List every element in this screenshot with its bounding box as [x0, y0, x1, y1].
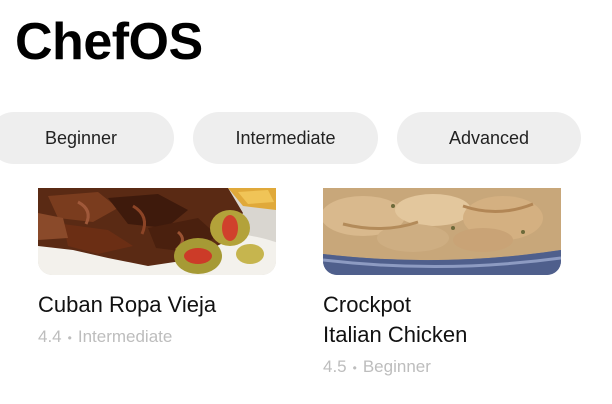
app-title: ChefOS — [15, 13, 203, 71]
separator-dot: • — [352, 360, 357, 375]
recipe-card[interactable]: Cuban Ropa Vieja 4.4 • Intermediate — [38, 188, 276, 349]
recipe-title: Cuban Ropa Vieja — [38, 292, 217, 317]
filter-chip-beginner[interactable]: Beginner — [0, 112, 174, 164]
recipe-rating: 4.5 — [323, 357, 347, 376]
recipe-rating: 4.4 — [38, 327, 62, 346]
filter-chip-intermediate[interactable]: Intermediate — [193, 112, 378, 164]
recipe-image[interactable] — [38, 188, 276, 275]
recipe-image[interactable] — [323, 188, 561, 275]
recipe-meta: 4.4 • Intermediate — [38, 326, 276, 349]
recipe-meta: 4.5 • Beginner — [323, 356, 561, 379]
separator-dot: • — [67, 330, 72, 345]
difficulty-filter-bar: Beginner Intermediate Advanced — [0, 112, 612, 164]
recipe-title: Crockpot Italian Chicken — [323, 290, 563, 350]
shredded-beef-photo — [38, 188, 276, 275]
crockpot-chicken-photo — [323, 188, 561, 275]
filter-chip-advanced[interactable]: Advanced — [397, 112, 581, 164]
app-screen: ChefOS Beginner Intermediate Advanced Cu… — [0, 0, 612, 404]
recipe-title-line: Crockpot — [323, 292, 412, 317]
recipe-title-line: Italian Chicken — [323, 322, 468, 347]
recipe-level: Beginner — [362, 357, 431, 376]
recipe-level: Intermediate — [77, 327, 173, 346]
recipe-card[interactable]: Crockpot Italian Chicken 4.5 • Beginner — [323, 188, 561, 379]
